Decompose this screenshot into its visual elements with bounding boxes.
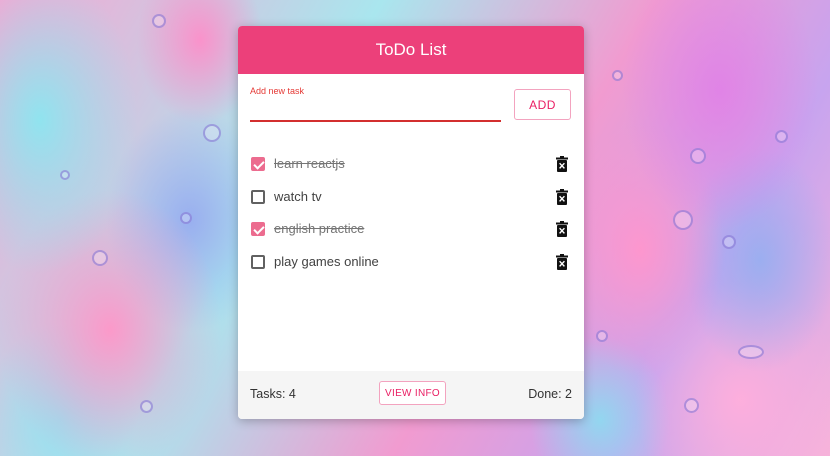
todo-card: ToDo List Add new task ADD learn reactjs…	[238, 26, 584, 419]
background-bubble	[60, 170, 70, 180]
tasks-count: Tasks: 4	[250, 387, 296, 401]
trash-x-icon[interactable]	[556, 188, 568, 205]
new-task-row: Add new task ADD	[238, 74, 584, 136]
background-bubble	[152, 14, 166, 28]
background-bubble	[612, 70, 623, 81]
add-task-button[interactable]: ADD	[514, 89, 571, 120]
task-checkbox[interactable]	[251, 157, 265, 171]
background-bubble	[596, 330, 608, 342]
new-task-input[interactable]	[250, 98, 501, 122]
background-bubble	[203, 124, 221, 142]
background-bubble	[690, 148, 706, 164]
background-bubble	[140, 400, 153, 413]
task-text: watch tv	[274, 188, 322, 204]
task-text: play games online	[274, 253, 379, 269]
task-list: learn reactjs watch tv english practice	[238, 136, 584, 278]
card-footer: Tasks: 4 VIEW INFO Done: 2	[238, 371, 584, 419]
background-bubble	[92, 250, 108, 266]
task-checkbox[interactable]	[251, 254, 265, 269]
task-item: learn reactjs	[238, 148, 584, 181]
background-bubble	[180, 212, 192, 224]
trash-x-icon[interactable]	[556, 253, 568, 270]
card-title: ToDo List	[375, 40, 447, 59]
background-bubble	[684, 398, 699, 413]
task-checkbox[interactable]	[251, 222, 265, 236]
trash-x-icon[interactable]	[556, 221, 568, 237]
view-info-button[interactable]: VIEW INFO	[379, 381, 446, 405]
done-count: Done: 2	[528, 387, 572, 401]
task-item: watch tv	[238, 181, 584, 214]
check-icon	[253, 223, 265, 235]
background-bubble	[738, 345, 764, 359]
background-bubble	[775, 130, 788, 143]
new-task-label: Add new task	[250, 86, 305, 96]
task-text: learn reactjs	[274, 156, 345, 171]
task-text: english practice	[274, 221, 365, 236]
check-icon	[253, 158, 265, 170]
background-bubble	[673, 210, 693, 230]
background-bubble	[722, 235, 736, 249]
task-item: english practice	[238, 213, 584, 246]
task-checkbox[interactable]	[251, 189, 265, 204]
trash-x-icon[interactable]	[556, 156, 568, 172]
task-item: play games online	[238, 246, 584, 279]
card-header: ToDo List	[238, 26, 584, 74]
